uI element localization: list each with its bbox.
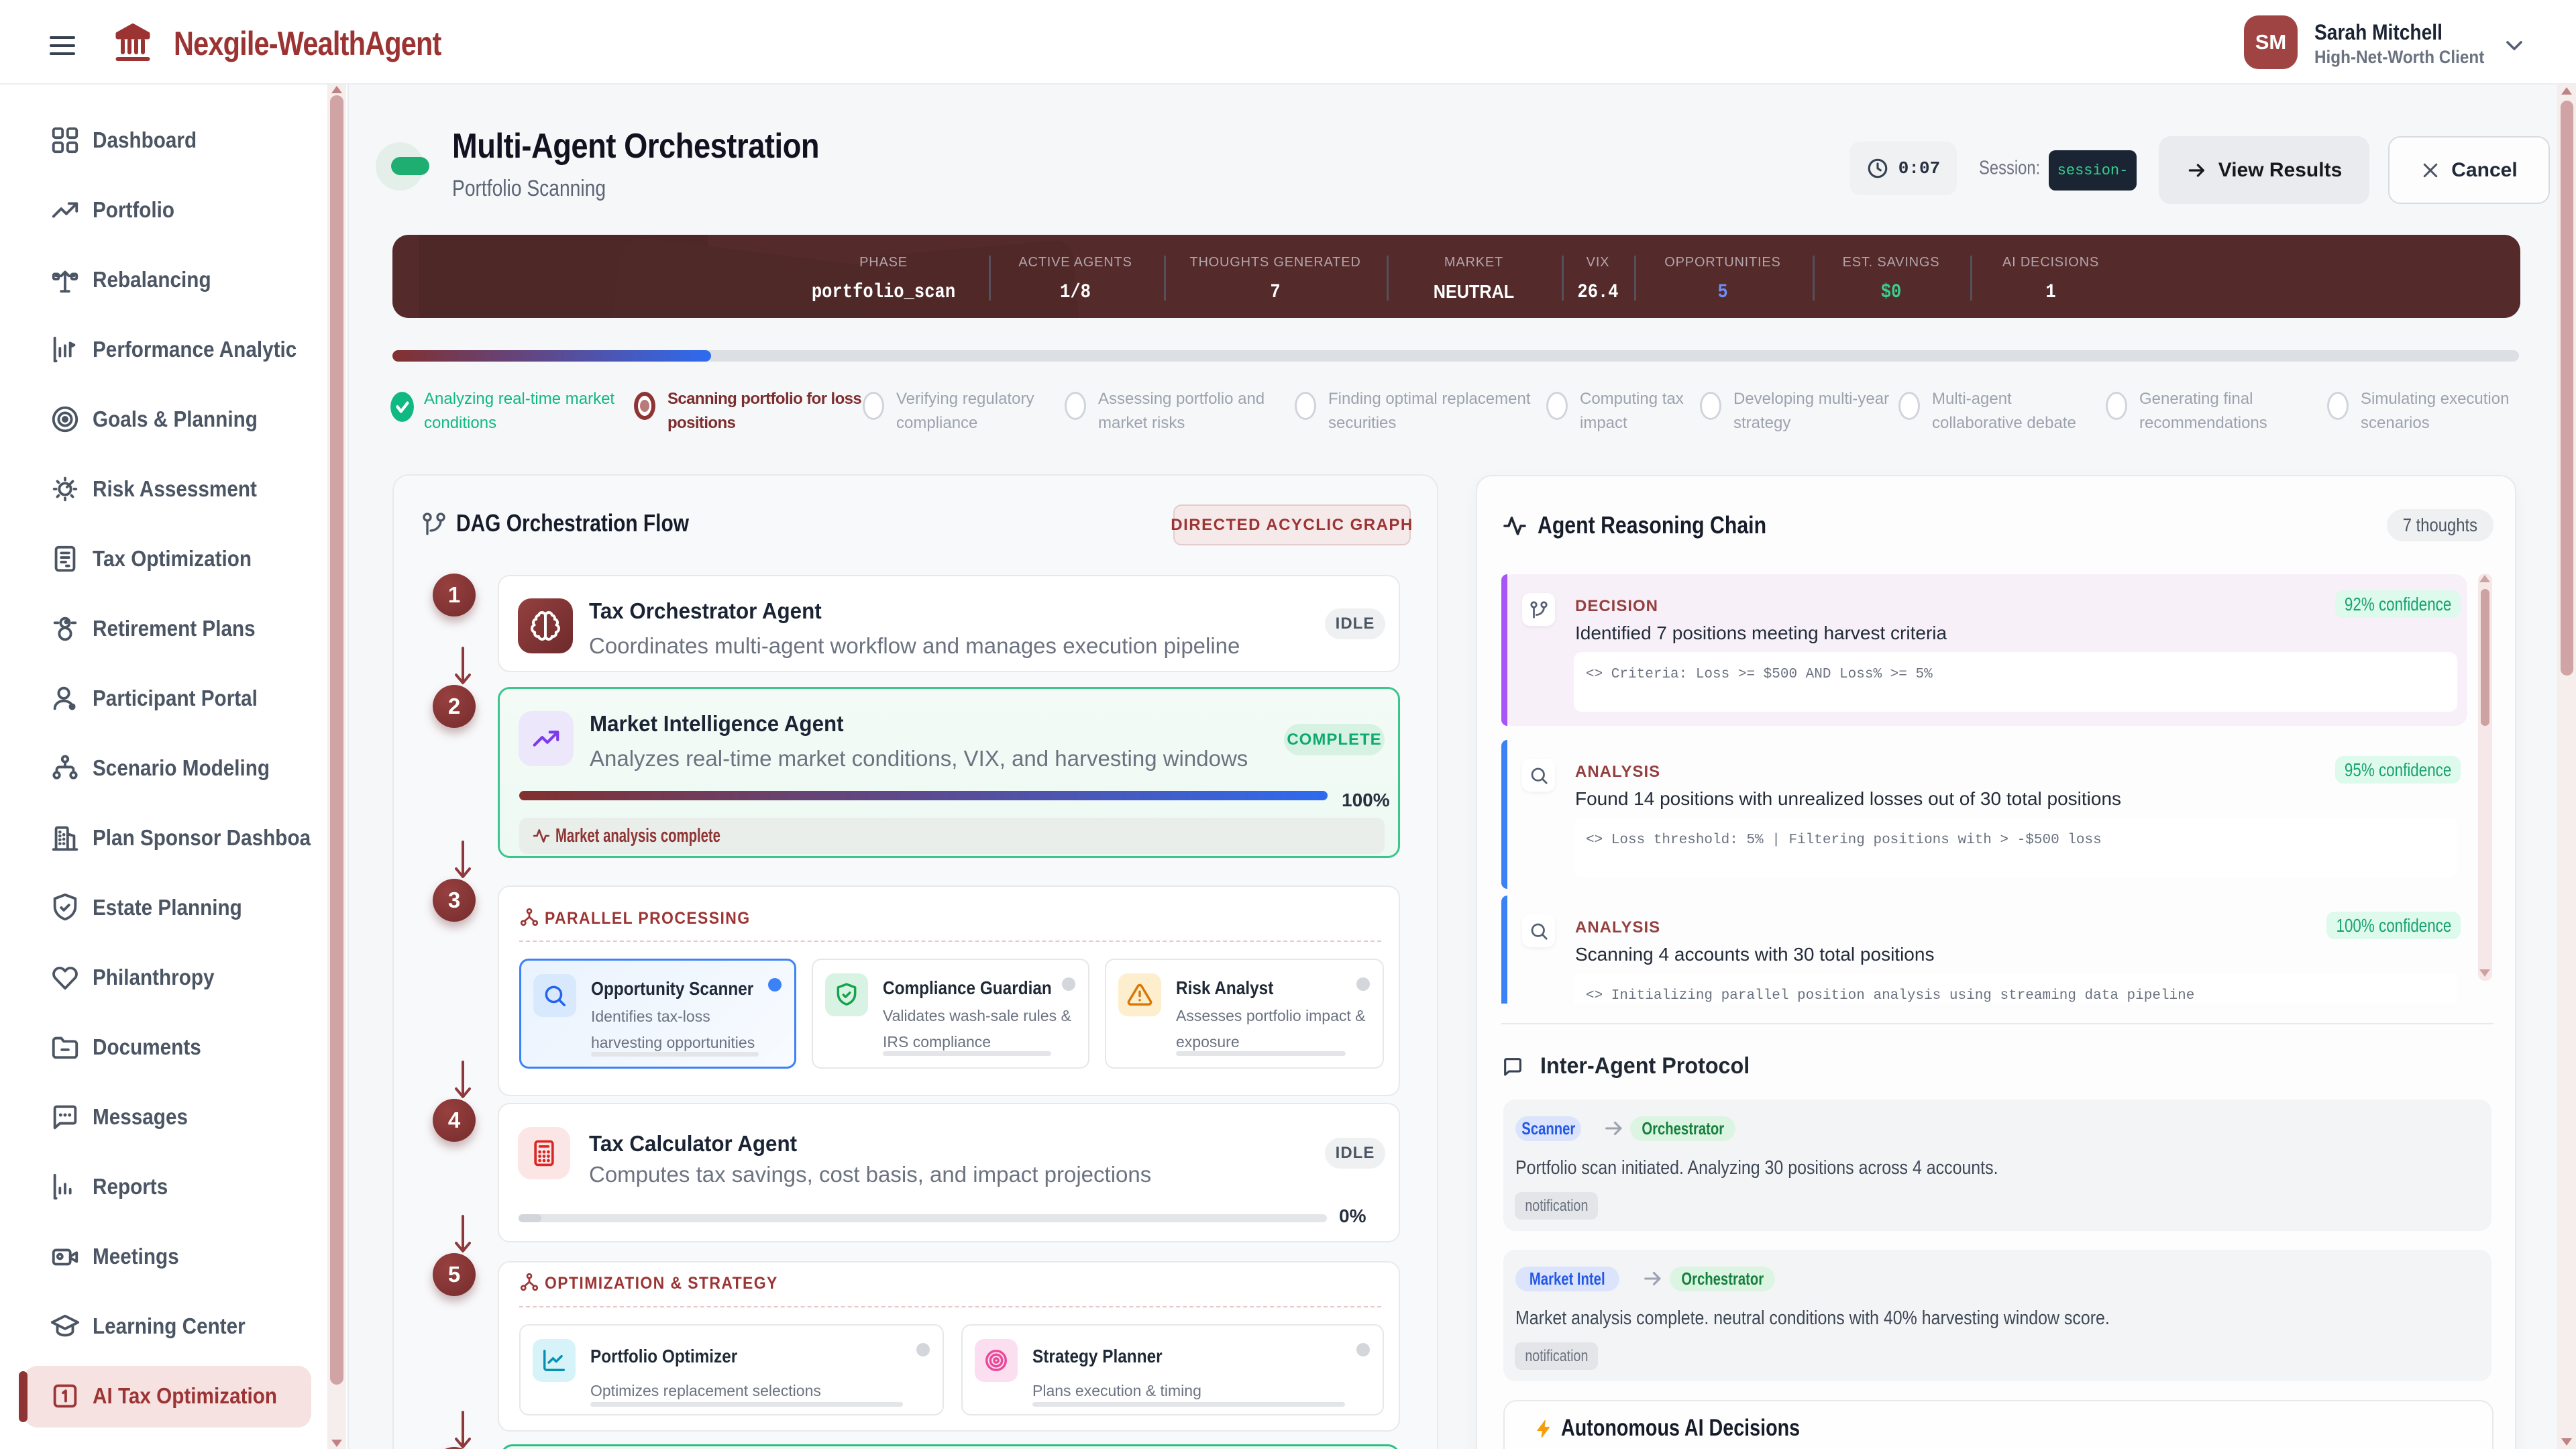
svg-text:K: K <box>70 705 74 710</box>
